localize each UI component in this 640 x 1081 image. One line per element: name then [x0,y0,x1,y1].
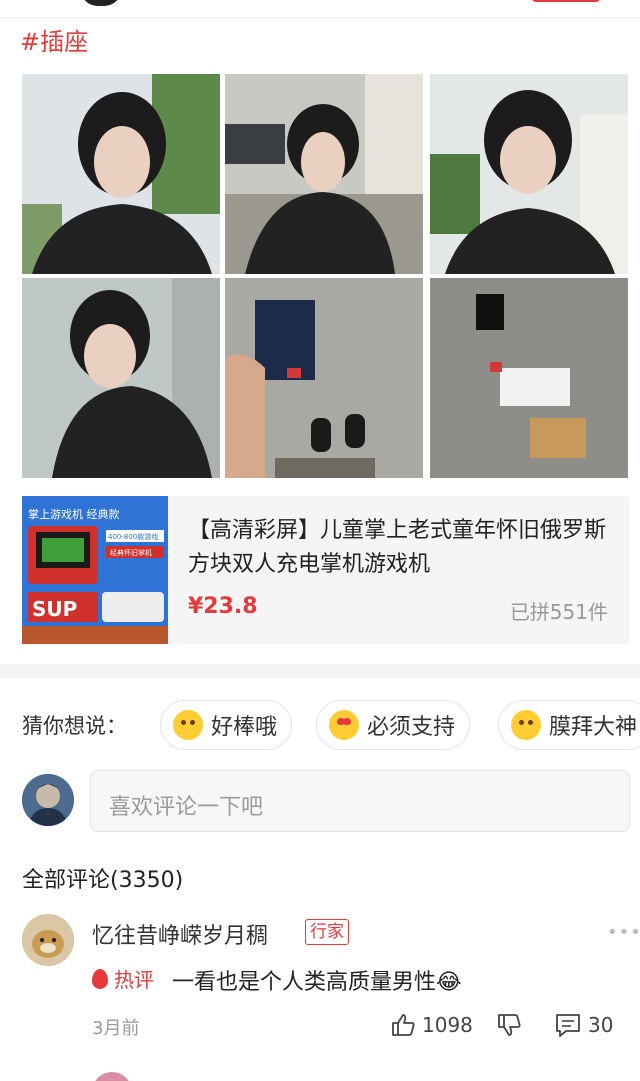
hot-comment-label: 热评 [114,968,154,992]
hot-comment-tag: 热评 [92,964,154,993]
photo-selfie-3[interactable] [430,74,628,274]
reply-count: 30 [588,1013,614,1037]
my-avatar [22,774,74,826]
thumbs-up-icon [392,1014,415,1036]
thumb-sub-text: 经典怀旧掌机 [110,548,152,557]
comment-bubble-icon [556,1014,580,1037]
more-options-icon[interactable]: ••• [607,922,640,943]
heart-eyes-face-icon [329,710,359,740]
post-hashtag[interactable]: #插座 [20,26,88,58]
next-commenter-avatar[interactable] [92,1072,132,1081]
quick-reply-chip-label: 膜拜大神 [549,715,638,740]
reply-button[interactable]: 30 [554,1012,613,1038]
section-divider [0,664,640,678]
follow-button[interactable] [532,0,600,2]
author-avatar[interactable] [80,0,122,6]
product-title: 【高清彩屏】儿童掌上老式童年怀旧俄罗斯方块双人充电掌机游戏机 [188,518,607,577]
product-card[interactable]: 掌上游戏机 经典款 400-800款游戏 经典怀旧掌机 SUP 【高清彩屏】儿童… [22,496,630,644]
commenter-name[interactable]: 忆往昔峥嵘岁月稠 [92,918,268,950]
guess-label: 猜你想说： [22,714,127,738]
shocked-face-icon [511,710,541,740]
photo-selfie-4[interactable] [22,278,220,478]
photo-selfie-1[interactable] [22,74,220,274]
photo-game-items-on-ground[interactable] [430,278,628,478]
quick-reply-chip-3[interactable]: 膜拜大神 [498,700,640,750]
commenter-avatar[interactable] [22,914,74,966]
like-button[interactable]: 1098 [390,1012,473,1038]
quick-reply-chip-2[interactable]: 必须支持 [316,700,471,750]
photo-grid [22,74,628,478]
quick-reply-chip-label: 必须支持 [367,715,456,740]
product-price: ¥23.8 [188,594,258,619]
dislike-button[interactable] [496,1012,528,1038]
expert-badge: 行家 [305,919,349,945]
comment-input[interactable]: 喜欢评论一下吧 [90,770,630,832]
comment-text: 一看也是个人类高质量男性😂 [172,970,462,995]
thumbs-down-icon [498,1014,521,1036]
top-header-strip [0,0,640,18]
quick-reply-chip-label: 好棒哦 [211,715,278,740]
product-thumbnail: 掌上游戏机 经典款 400-800款游戏 经典怀旧掌机 SUP [22,496,168,644]
quick-reply-chip-1[interactable]: 好棒哦 [160,700,293,750]
clapping-face-icon [173,710,203,740]
photo-selfie-2[interactable] [225,74,423,274]
thumb-games-text: 400-800款游戏 [108,532,158,541]
photo-game-box-in-hand[interactable] [225,278,423,478]
product-sold-count: 已拼551件 [509,600,608,624]
comments-count-header: 全部评论(3350) [22,868,184,893]
thumb-brand-text: SUP [32,597,77,621]
thumb-top-text: 掌上游戏机 经典款 [28,507,120,521]
flame-icon [92,968,108,989]
like-count: 1098 [422,1013,473,1037]
comment-time: 3月前 [92,1018,140,1039]
